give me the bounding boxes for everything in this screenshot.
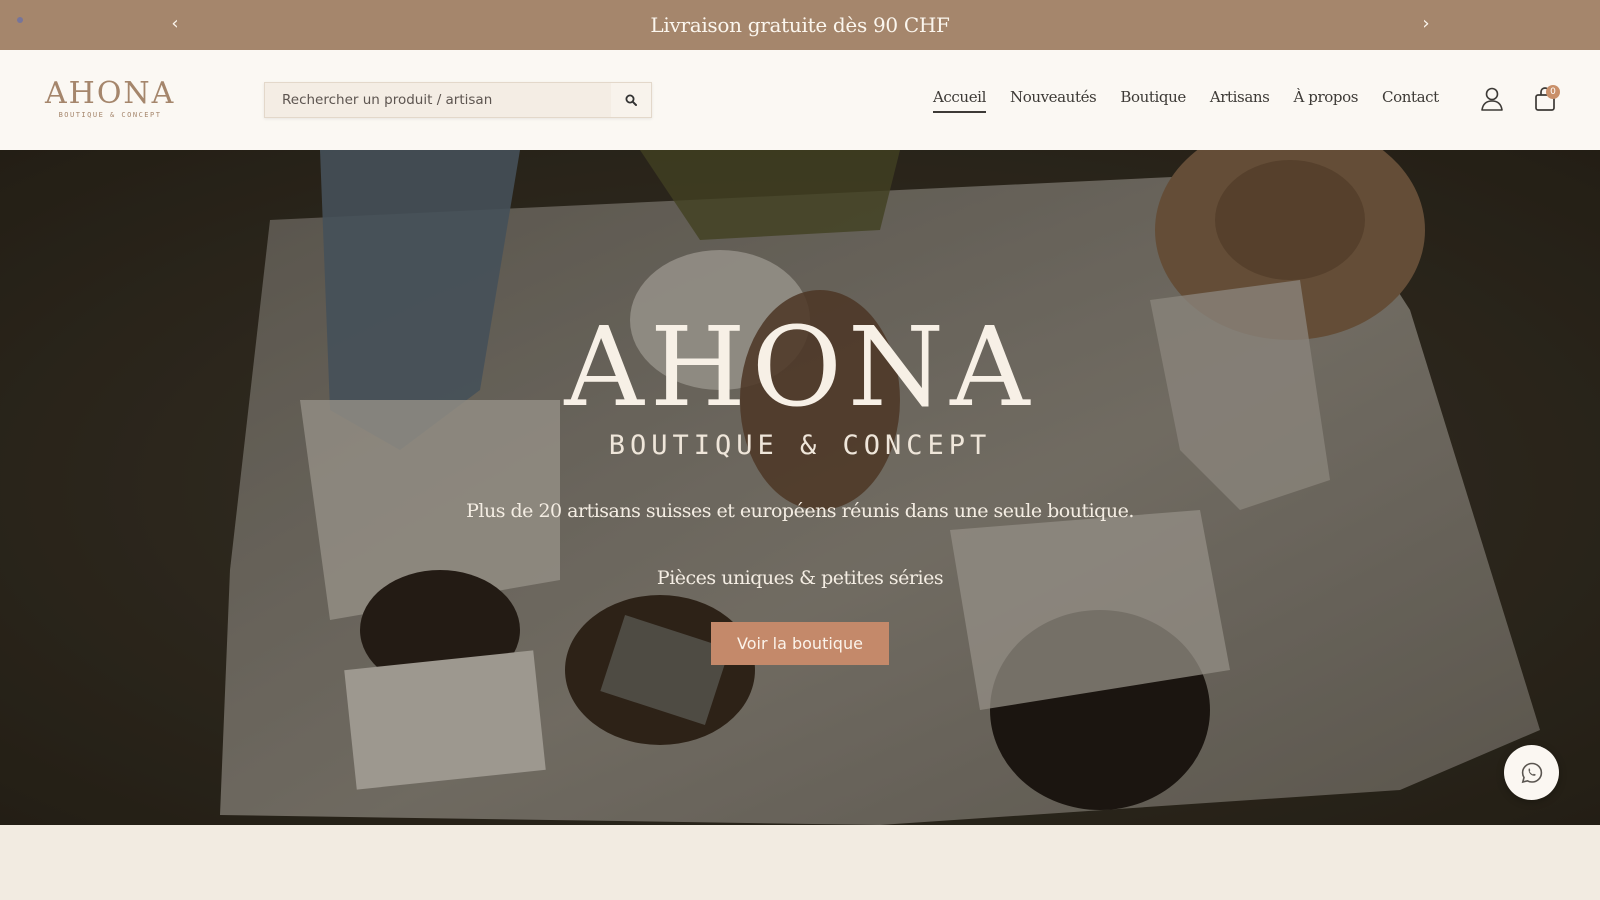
hero-subtitle: BOUTIQUE & CONCEPT	[608, 430, 992, 461]
search-button[interactable]	[611, 83, 651, 117]
logo-tagline: BOUTIQUE & CONCEPT	[58, 111, 162, 119]
nav-item-boutique[interactable]: Boutique	[1120, 88, 1186, 113]
hero-banner: AHONA BOUTIQUE & CONCEPT Plus de 20 arti…	[0, 150, 1600, 825]
search-input[interactable]	[265, 83, 611, 117]
page-section-below	[0, 825, 1600, 900]
whatsapp-button[interactable]	[1504, 745, 1559, 800]
nav-item-artisans[interactable]: Artisans	[1210, 88, 1270, 113]
shop-button[interactable]: Voir la boutique	[711, 622, 889, 665]
search-icon	[625, 94, 637, 106]
nav-item-nouveautes[interactable]: Nouveautés	[1010, 88, 1097, 113]
nav-item-contact[interactable]: Contact	[1382, 88, 1439, 113]
announcement-bar: ‹ Livraison gratuite dès 90 CHF ›	[0, 0, 1600, 50]
nav-item-a-propos[interactable]: À propos	[1293, 88, 1358, 113]
hero-content: AHONA BOUTIQUE & CONCEPT Plus de 20 arti…	[0, 150, 1600, 825]
cart-count-badge: 0	[1546, 85, 1560, 99]
hero-tagline: Pièces uniques & petites séries	[656, 567, 944, 589]
hero-description: Plus de 20 artisans suisses et européens…	[466, 500, 1134, 522]
nav-item-accueil[interactable]: Accueil	[933, 88, 986, 113]
user-icon[interactable]	[1480, 86, 1504, 112]
chevron-left-icon[interactable]: ‹	[164, 13, 186, 35]
whatsapp-icon	[1521, 762, 1542, 783]
chevron-right-icon[interactable]: ›	[1415, 13, 1437, 35]
hero-title: AHONA	[564, 303, 1036, 431]
announcement-text: Livraison gratuite dès 90 CHF	[650, 13, 950, 37]
logo[interactable]: AHONA BOUTIQUE & CONCEPT	[45, 76, 176, 120]
site-header: AHONA BOUTIQUE & CONCEPT Accueil Nouveau…	[0, 50, 1600, 150]
slider-dot[interactable]	[17, 17, 23, 23]
search-bar	[264, 82, 652, 118]
logo-name: AHONA	[45, 76, 176, 111]
main-nav: Accueil Nouveautés Boutique Artisans À p…	[933, 88, 1463, 113]
